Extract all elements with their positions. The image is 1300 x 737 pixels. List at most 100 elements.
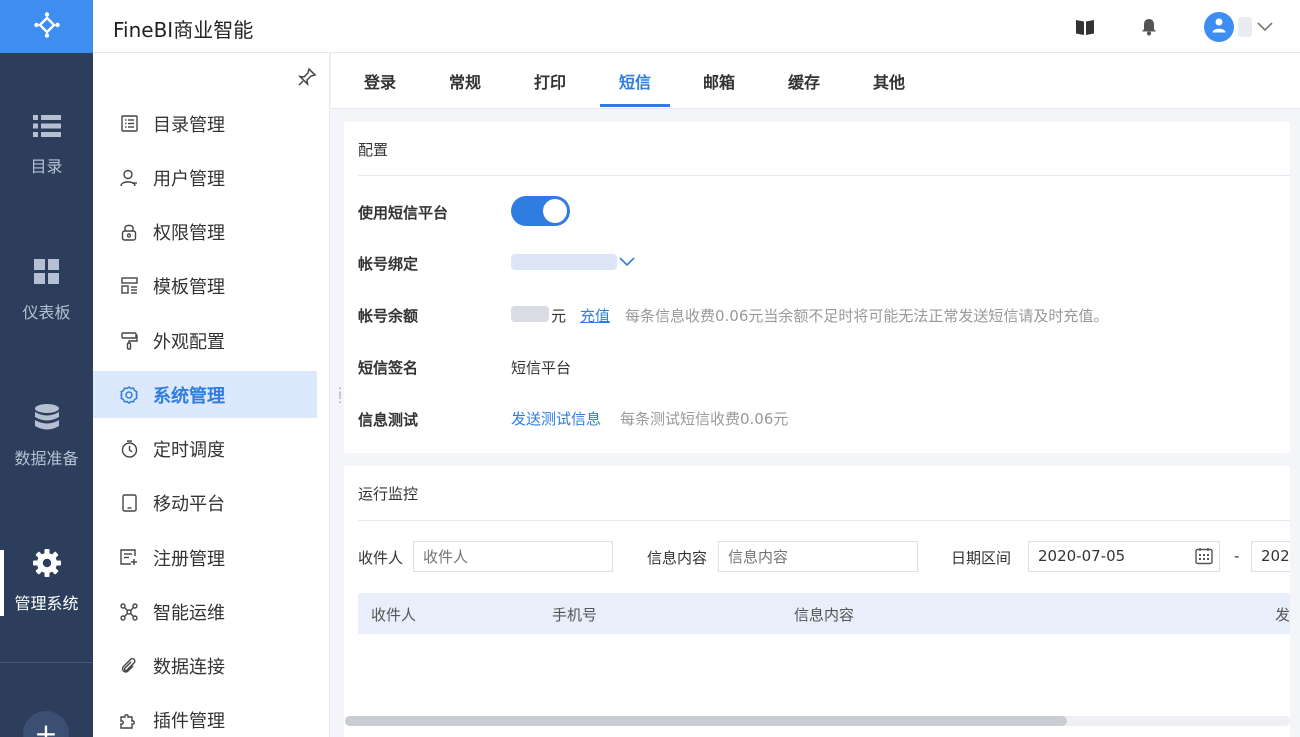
app-title: FineBI商业智能 xyxy=(113,18,254,42)
puzzle-icon xyxy=(120,711,138,729)
tab-other[interactable]: 其他 xyxy=(873,53,905,109)
tab-login[interactable]: 登录 xyxy=(364,53,396,109)
sms-platform-label: 使用短信平台 xyxy=(358,204,449,222)
balance-note: 每条信息收费0.06元当余额不足时将可能无法正常发送短信请及时充值。 xyxy=(625,307,1109,325)
date-range-label: 日期区间 xyxy=(951,549,1012,567)
log-table-header: 收件人 手机号 信息内容 发 xyxy=(358,593,1290,634)
sidebar-item-schedule[interactable]: 定时调度 xyxy=(93,425,317,472)
tab-email[interactable]: 邮箱 xyxy=(703,53,735,109)
user-icon xyxy=(120,169,138,187)
main-rail: 目录 仪表板 数据准备 管理系统 + xyxy=(0,0,93,737)
divider xyxy=(358,520,1290,521)
chevron-down-icon[interactable] xyxy=(1256,17,1274,39)
balance-value-redacted xyxy=(511,306,549,322)
rail-item-admin[interactable]: 管理系统 xyxy=(0,548,93,614)
tablet-icon xyxy=(120,493,138,512)
sidebar-item-mobile[interactable]: 移动平台 xyxy=(93,479,317,526)
bell-icon[interactable] xyxy=(1138,16,1160,38)
add-button[interactable]: + xyxy=(23,711,69,737)
date-separator: - xyxy=(1234,547,1240,565)
sidebar-item-label: 插件管理 xyxy=(153,710,225,732)
active-tab-indicator xyxy=(600,104,670,107)
test-note: 每条测试短信收费0.06元 xyxy=(620,410,789,428)
rail-item-label: 管理系统 xyxy=(14,594,79,613)
content-input[interactable] xyxy=(718,541,918,572)
recipient-input[interactable] xyxy=(413,541,613,572)
link-icon xyxy=(120,657,138,675)
recipient-filter-label: 收件人 xyxy=(358,549,404,567)
sidebar-item-label: 目录管理 xyxy=(153,114,225,136)
recharge-link[interactable]: 充值 xyxy=(580,305,610,326)
column-header[interactable]: 手机号 xyxy=(552,604,597,625)
sidebar-item-label: 定时调度 xyxy=(153,439,225,461)
sidebar-item-permission-mgmt[interactable]: 权限管理 xyxy=(93,208,317,255)
account-balance-label: 帐号余额 xyxy=(358,307,419,325)
sms-platform-toggle[interactable] xyxy=(511,196,570,226)
send-test-link[interactable]: 发送测试信息 xyxy=(511,408,601,429)
lock-icon xyxy=(120,223,138,241)
tab-cache[interactable]: 缓存 xyxy=(788,53,820,109)
rail-item-label: 仪表板 xyxy=(22,303,71,322)
sidebar-item-label: 系统管理 xyxy=(153,385,225,407)
calendar-icon[interactable] xyxy=(1195,547,1213,569)
sidebar-item-label: 移动平台 xyxy=(153,493,225,515)
user-avatar[interactable] xyxy=(1204,12,1234,42)
sidebar-item-label: 注册管理 xyxy=(153,548,225,570)
sidebar-item-template-mgmt[interactable]: 模板管理 xyxy=(93,262,317,309)
account-dropdown-chevron-icon[interactable] xyxy=(618,252,636,274)
column-header[interactable]: 发 xyxy=(1275,604,1290,625)
sidebar-item-ops[interactable]: 智能运维 xyxy=(93,588,317,635)
user-name-redacted xyxy=(1238,17,1252,37)
signature-label: 短信签名 xyxy=(358,359,419,377)
user-icon xyxy=(1211,17,1227,37)
sidebar-item-user-mgmt[interactable]: 用户管理 xyxy=(93,154,317,201)
start-date-input[interactable]: 2020-07-05 xyxy=(1028,541,1220,572)
toggle-knob xyxy=(543,199,567,223)
config-title: 配置 xyxy=(358,141,389,159)
rail-divider xyxy=(0,662,93,663)
tab-sms[interactable]: 短信 xyxy=(619,53,651,109)
sidebar-item-label: 用户管理 xyxy=(153,168,225,190)
dashboard-icon xyxy=(32,257,62,287)
list-icon xyxy=(32,111,62,141)
column-header[interactable]: 收件人 xyxy=(371,604,416,625)
scrollbar-thumb[interactable] xyxy=(345,716,1067,726)
help-book-icon[interactable] xyxy=(1074,16,1096,38)
sidebar-item-register[interactable]: 注册管理 xyxy=(93,534,317,581)
sidebar-item-catalog-mgmt[interactable]: 目录管理 xyxy=(93,100,317,147)
gear-icon xyxy=(32,548,62,578)
nodes-icon xyxy=(120,602,138,621)
gear-icon xyxy=(120,385,138,404)
test-label: 信息测试 xyxy=(358,411,419,429)
catalog-icon xyxy=(120,115,138,133)
register-icon xyxy=(120,549,138,567)
rail-item-data-prep[interactable]: 数据准备 xyxy=(0,403,93,469)
brush-icon xyxy=(120,331,138,350)
sidebar-item-plugins[interactable]: 插件管理 xyxy=(93,696,317,737)
sidebar-item-label: 权限管理 xyxy=(153,222,225,244)
plus-icon: + xyxy=(34,717,58,737)
database-icon xyxy=(32,403,62,433)
tab-print[interactable]: 打印 xyxy=(534,53,566,109)
rail-item-label: 数据准备 xyxy=(14,449,79,468)
end-date-input[interactable]: 2020 xyxy=(1251,541,1290,572)
tab-general[interactable]: 常规 xyxy=(449,53,481,109)
app-logo[interactable] xyxy=(0,0,93,53)
column-header[interactable]: 信息内容 xyxy=(794,604,854,625)
account-value-redacted xyxy=(511,254,617,270)
rail-item-catalog[interactable]: 目录 xyxy=(0,111,93,177)
sidebar-item-data-connection[interactable]: 数据连接 xyxy=(93,642,317,689)
rail-item-label: 目录 xyxy=(30,157,63,176)
account-binding-label: 帐号绑定 xyxy=(358,255,419,273)
sidebar-item-label: 数据连接 xyxy=(153,656,225,678)
sidebar-item-appearance[interactable]: 外观配置 xyxy=(93,317,317,364)
admin-sidebar: 目录管理 用户管理 权限管理 模板管理 外观配置 系统管理 定时调度 移动平台 … xyxy=(93,53,330,737)
settings-tabs: 登录 常规 打印 短信 邮箱 缓存 其他 xyxy=(331,53,1300,109)
rail-item-dashboard[interactable]: 仪表板 xyxy=(0,257,93,323)
sidebar-item-system-mgmt[interactable]: 系统管理 xyxy=(93,371,317,418)
pin-icon[interactable] xyxy=(297,67,317,91)
template-icon xyxy=(120,277,138,295)
config-card: 配置 xyxy=(344,122,1290,453)
signature-value: 短信平台 xyxy=(511,359,572,377)
sidebar-item-label: 智能运维 xyxy=(153,602,225,624)
